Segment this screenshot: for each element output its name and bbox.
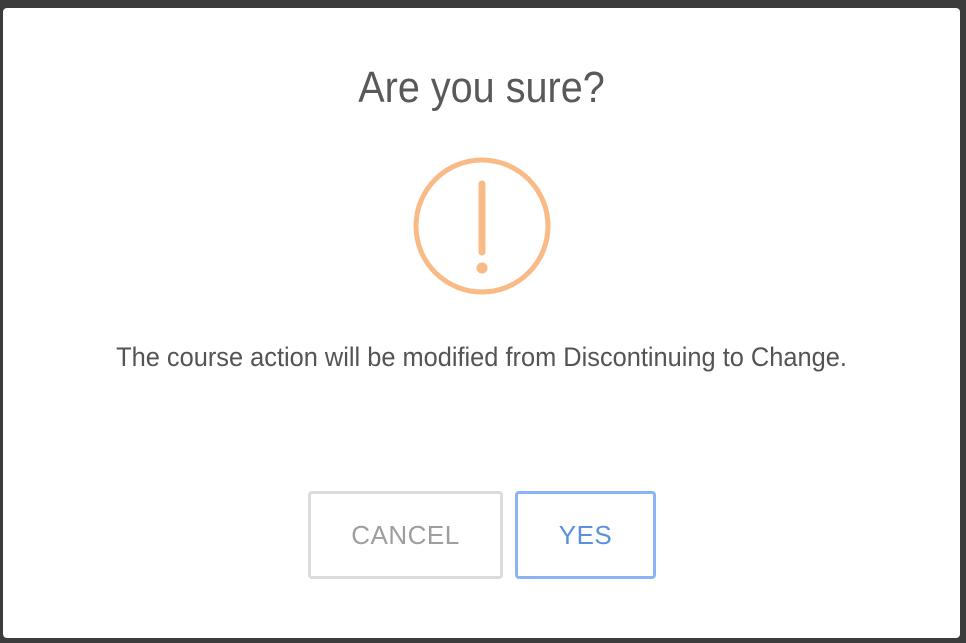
cancel-button[interactable]: CANCEL bbox=[308, 491, 503, 579]
warning-exclamation-icon bbox=[413, 157, 551, 295]
yes-button[interactable]: YES bbox=[515, 491, 656, 579]
dialog-title: Are you sure? bbox=[358, 63, 605, 112]
dialog-message: The course action will be modified from … bbox=[116, 342, 847, 372]
confirm-dialog: Are you sure? The course action will be … bbox=[3, 8, 960, 638]
